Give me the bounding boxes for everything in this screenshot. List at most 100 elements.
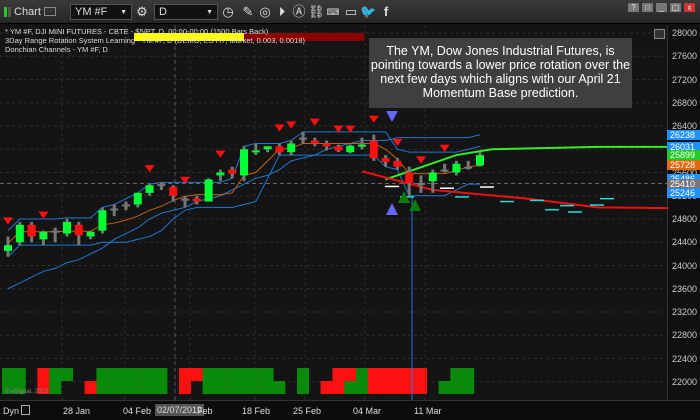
- maximize-pane-icon[interactable]: [654, 29, 665, 39]
- histogram-cell: [214, 368, 227, 381]
- up-marker-arrow: [386, 203, 398, 215]
- candle-body: [145, 185, 154, 193]
- histogram-cell: [249, 381, 262, 394]
- histogram-cell: [202, 381, 215, 394]
- histogram-cell: [297, 368, 309, 381]
- histogram-cell: [391, 368, 404, 381]
- time-axis[interactable]: Dyn 28 Jan 04 Feb 02/07/2019 Feb 18 Feb …: [0, 400, 700, 420]
- close-button[interactable]: x: [683, 2, 696, 13]
- price-badge: 25728: [667, 160, 700, 171]
- help-button[interactable]: ?: [627, 2, 640, 13]
- price-badge: 26238: [667, 130, 700, 141]
- pencil-icon[interactable]: ✎: [240, 4, 256, 20]
- histogram-cell: [379, 368, 392, 381]
- clock-icon[interactable]: ◷: [220, 4, 236, 20]
- candle-body: [440, 169, 449, 172]
- link-toggle-icon[interactable]: [44, 7, 56, 16]
- histogram-cell: [415, 381, 427, 394]
- sell-signal-arrow: [309, 118, 320, 126]
- interval-select[interactable]: D ▼: [154, 4, 218, 20]
- maximize-button[interactable]: ▢: [669, 2, 682, 13]
- buy-signal-arrow: [409, 199, 421, 211]
- histogram-cell: [155, 368, 168, 381]
- histogram-cell: [320, 381, 333, 394]
- histogram-cell: [214, 381, 227, 394]
- candle-body: [86, 231, 95, 237]
- histogram-cell: [179, 368, 191, 381]
- sell-signal-arrow: [274, 124, 285, 132]
- candle-body: [228, 169, 237, 174]
- price-tick-label: 22400: [672, 353, 698, 364]
- histogram-cell: [179, 381, 191, 394]
- candle-body: [417, 182, 425, 185]
- histogram-cell: [403, 381, 416, 394]
- sell-signal-arrow: [215, 150, 226, 158]
- settings-icon[interactable]: ⚙: [134, 4, 150, 20]
- histogram-cell: [332, 381, 345, 394]
- candle-body: [39, 231, 48, 240]
- candle-body: [476, 155, 484, 166]
- histogram-cell: [131, 381, 144, 394]
- time-label: 11 Mar: [414, 406, 442, 416]
- histogram-cell: [367, 381, 380, 394]
- legend-rotation-system: 3Day Range Rotation System Learning - YM…: [5, 36, 305, 45]
- histogram-cell: [344, 368, 357, 381]
- legend-donchian: Donchian Channels - YM #F, D: [5, 45, 108, 54]
- price-tick-label: 24400: [672, 237, 698, 248]
- link-icon[interactable]: ⛓: [308, 4, 325, 20]
- candle-body: [299, 137, 307, 140]
- histogram-cell: [96, 368, 109, 381]
- histogram-cell: [450, 381, 463, 394]
- price-axis[interactable]: 2800027600272002680026400260002560025200…: [667, 25, 700, 410]
- price-tick-label: 28000: [672, 28, 698, 38]
- histogram-cell: [261, 368, 274, 381]
- histogram-cell: [261, 381, 274, 394]
- chart-panel-label: Chart: [4, 4, 41, 20]
- candle-body: [464, 166, 473, 169]
- minimize-button[interactable]: _: [655, 2, 668, 13]
- candle-body: [4, 245, 12, 251]
- play-icon[interactable]: ⏵: [274, 4, 290, 20]
- interval-value: D: [159, 6, 167, 18]
- time-label: 25 Feb: [293, 406, 322, 416]
- candle-body: [310, 140, 319, 144]
- candle-body: [381, 157, 390, 163]
- price-tick-label: 24800: [672, 214, 698, 224]
- histogram-cell: [297, 381, 309, 394]
- candle-body: [74, 224, 83, 236]
- annotation-box: The YM, Dow Jones Industrial Futures, is…: [369, 38, 632, 108]
- candle-body: [393, 160, 402, 167]
- price-tick-label: 26800: [672, 97, 698, 108]
- candle-body: [346, 145, 355, 153]
- chat-icon[interactable]: ▭: [343, 4, 359, 20]
- chart-link-icon[interactable]: ◎: [257, 4, 273, 20]
- histogram-cell: [450, 368, 463, 381]
- time-label: 28 Jan: [63, 406, 91, 416]
- candle-body: [322, 143, 331, 147]
- candle-body: [452, 163, 461, 173]
- dyn-toggle-icon[interactable]: [21, 405, 30, 415]
- histogram-cell: [202, 368, 215, 381]
- candle-body: [157, 184, 166, 187]
- candle-body: [133, 192, 142, 205]
- restore-button[interactable]: □: [641, 2, 654, 13]
- copyright: © eSignal, 2019: [5, 389, 48, 395]
- symbol-select[interactable]: YM #F ▼: [70, 4, 132, 20]
- dyn-label: Dyn: [3, 406, 20, 416]
- sell-signal-arrow: [3, 217, 13, 225]
- histogram-cell: [84, 381, 97, 394]
- candle-body: [192, 198, 201, 202]
- sell-signal-arrow: [439, 144, 450, 152]
- histogram-cell: [438, 381, 451, 394]
- twitter-icon[interactable]: 🐦: [360, 4, 376, 20]
- sell-signal-arrow: [38, 211, 49, 219]
- price-tick-label: 22800: [672, 330, 698, 341]
- facebook-icon[interactable]: f: [378, 4, 394, 20]
- candle-body: [216, 172, 225, 176]
- candle-body: [275, 146, 284, 153]
- candle-body: [405, 172, 414, 183]
- histogram-cell: [190, 368, 203, 381]
- price-badge: 25899: [667, 150, 700, 161]
- alert-icon[interactable]: Ⓐ: [291, 4, 307, 20]
- keyboard-icon[interactable]: ⌨: [325, 4, 341, 20]
